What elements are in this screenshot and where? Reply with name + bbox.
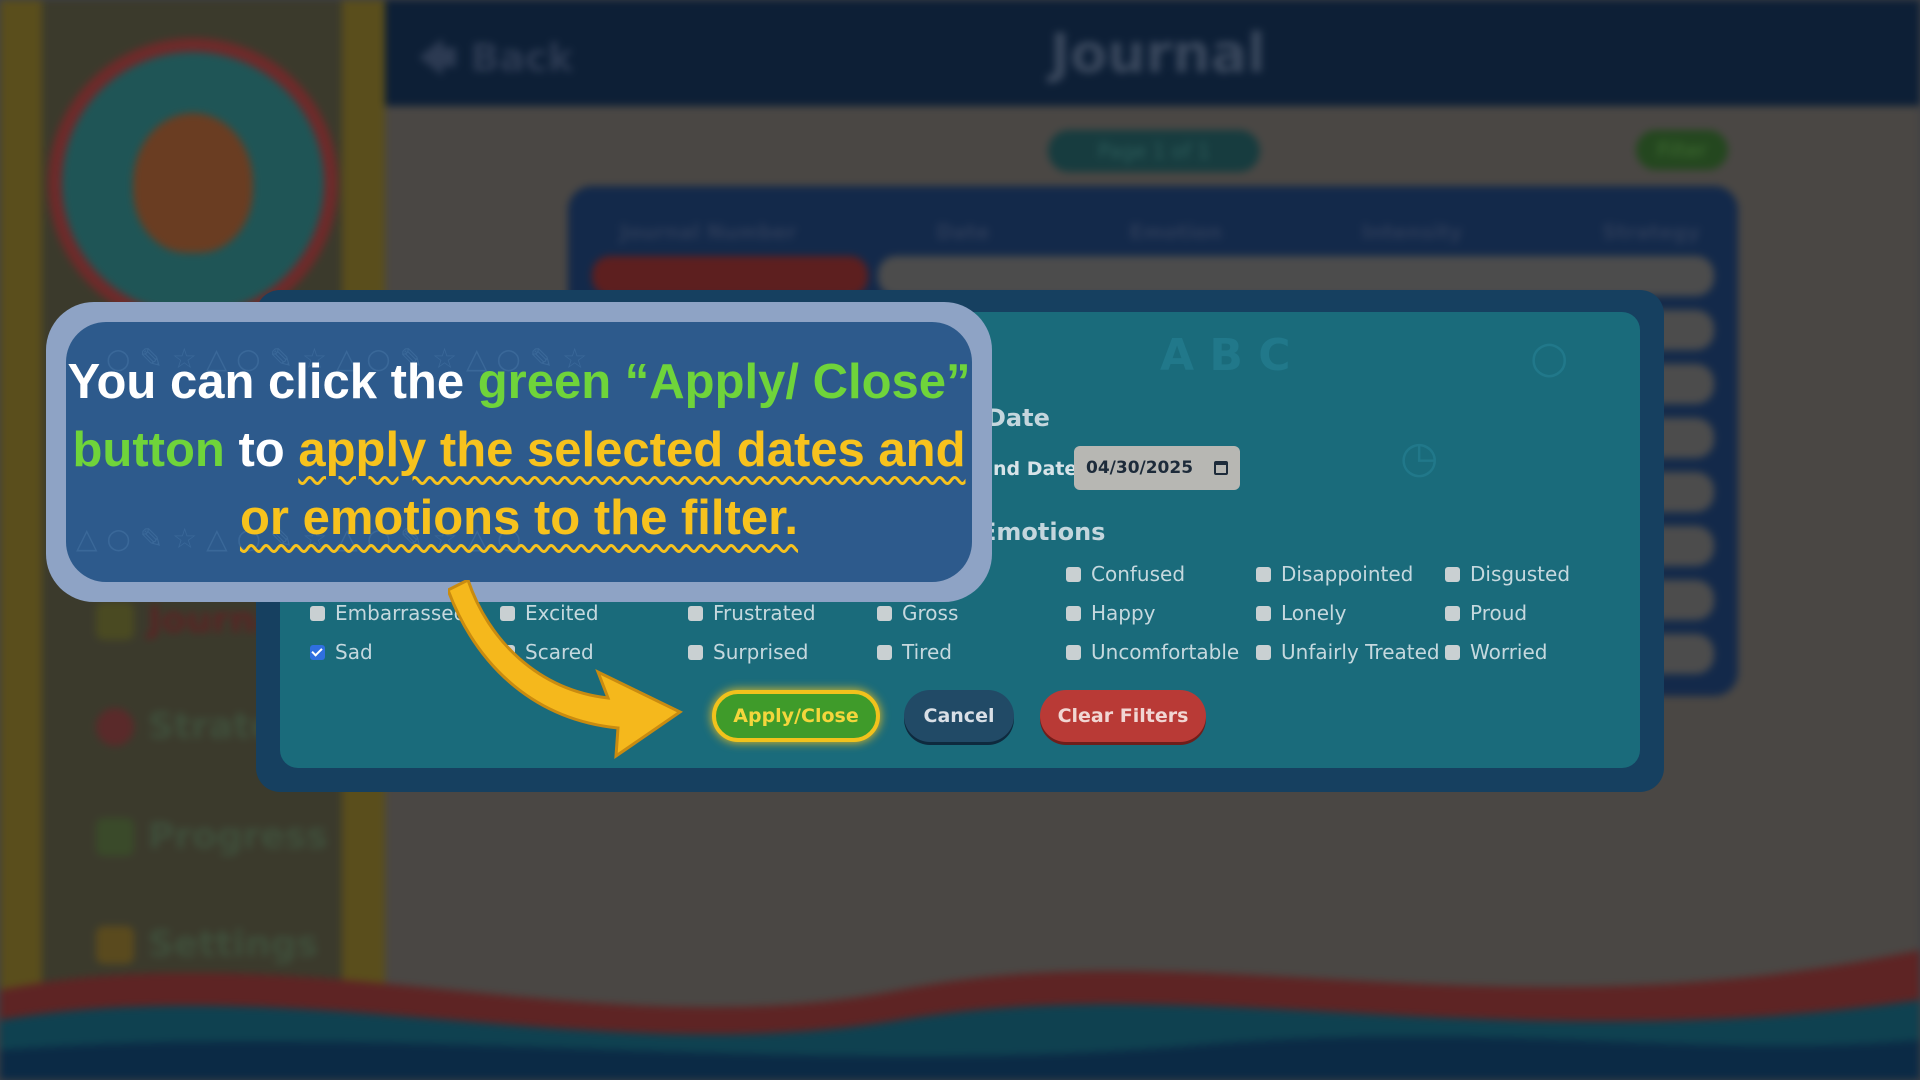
apply-close-button[interactable]: Apply/Close — [712, 690, 880, 742]
col-journal-number: Journal Number — [620, 220, 797, 244]
clear-filters-button[interactable]: Clear Filters — [1040, 690, 1206, 742]
decor-clock-icon: ◷ — [1400, 432, 1439, 483]
pointer-arrow-icon — [448, 580, 683, 760]
tutorial-callout-text: You can click the green “Apply/ Close” b… — [66, 348, 972, 552]
emotion-label: Gross — [902, 601, 959, 625]
col-emotion: Emotion — [1129, 220, 1223, 244]
emotion-label: Sad — [335, 640, 373, 664]
calendar-icon[interactable] — [1214, 461, 1228, 475]
emotions-section-title: Emotions — [980, 518, 1106, 546]
emotion-option-confused[interactable]: Confused — [1066, 562, 1185, 586]
emotion-label: Unfairly Treated — [1281, 640, 1440, 664]
checkbox[interactable] — [1066, 605, 1081, 621]
emotion-option-unfairly-treated[interactable]: Unfairly Treated — [1256, 640, 1440, 664]
decor-shape: ○ — [1530, 332, 1569, 383]
emotion-label: Proud — [1470, 601, 1528, 625]
checkbox[interactable] — [877, 644, 892, 660]
checkbox[interactable] — [1256, 566, 1271, 582]
decor-letters: A B C — [1160, 330, 1291, 381]
pager[interactable]: Page 1 of 1 — [1048, 130, 1260, 172]
emotion-label: Uncomfortable — [1091, 640, 1240, 664]
arrow-left-icon: 🡄 — [418, 36, 458, 80]
chart-icon — [96, 817, 134, 856]
cancel-button[interactable]: Cancel — [904, 690, 1014, 742]
col-intensity: Intensity — [1361, 220, 1463, 244]
emotion-option-happy[interactable]: Happy — [1066, 601, 1156, 625]
checkbox[interactable] — [1445, 605, 1460, 621]
emotion-option-tired[interactable]: Tired — [877, 640, 952, 664]
emotion-option-gross[interactable]: Gross — [877, 601, 958, 625]
emotion-option-proud[interactable]: Proud — [1445, 601, 1527, 625]
emotion-label: Lonely — [1281, 601, 1347, 625]
emotion-option-frustrated[interactable]: Frustrated — [688, 601, 816, 625]
checkbox[interactable] — [1256, 605, 1271, 621]
end-date-input[interactable]: 04/30/2025 — [1074, 446, 1240, 490]
page-title: Journal — [1050, 22, 1266, 85]
emotion-label: Tired — [902, 640, 952, 664]
emotion-option-disgusted[interactable]: Disgusted — [1445, 562, 1570, 586]
back-label: Back — [470, 36, 573, 80]
checkbox[interactable] — [1066, 644, 1081, 660]
filter-button[interactable]: Filter — [1636, 130, 1728, 170]
checkbox[interactable] — [1445, 566, 1460, 582]
pencil-icon — [96, 601, 134, 640]
emotion-label: Disgusted — [1470, 562, 1571, 586]
checkbox[interactable] — [1256, 644, 1271, 660]
checkbox[interactable] — [877, 605, 892, 621]
avatar[interactable] — [48, 38, 338, 328]
table-header: Journal Number Date Emotion Intensity St… — [620, 220, 1700, 244]
emotion-option-embarrassed[interactable]: Embarrassed — [310, 601, 466, 625]
emotion-label: Surprised — [713, 640, 809, 664]
checkbox[interactable] — [1066, 566, 1081, 582]
back-button[interactable]: 🡄 Back — [418, 30, 573, 95]
col-date: Date — [936, 220, 990, 244]
callout-highlight-yellow: apply the selected dates and or emotions… — [239, 423, 966, 545]
deer-avatar-icon — [62, 52, 324, 314]
end-date-label: End Date: — [980, 458, 1085, 480]
col-strategy: Strategy — [1602, 220, 1700, 244]
callout-text-part: to — [224, 423, 299, 477]
checkbox-checked[interactable] — [310, 644, 325, 660]
wave-decoration — [0, 950, 1920, 1080]
emotion-label: Worried — [1470, 640, 1548, 664]
callout-text-part: You can click the — [67, 355, 478, 409]
sidebar-item-progress[interactable]: Progress — [96, 816, 328, 857]
checkbox[interactable] — [1445, 644, 1460, 660]
sidebar-item-label: Progress — [148, 816, 328, 857]
emotion-option-worried[interactable]: Worried — [1445, 640, 1548, 664]
emotion-option-lonely[interactable]: Lonely — [1256, 601, 1346, 625]
emotion-label: Embarrassed — [335, 601, 467, 625]
emotion-label: Frustrated — [713, 601, 816, 625]
end-date-value: 04/30/2025 — [1086, 458, 1194, 478]
emotion-label: Disappointed — [1281, 562, 1414, 586]
emotion-option-surprised[interactable]: Surprised — [688, 640, 809, 664]
lightbulb-icon — [96, 707, 134, 746]
emotion-option-disappointed[interactable]: Disappointed — [1256, 562, 1413, 586]
emotion-option-sad[interactable]: Sad — [310, 640, 373, 664]
deer-face-shape — [133, 113, 253, 253]
emotion-label: Happy — [1091, 601, 1156, 625]
emotion-option-uncomfortable[interactable]: Uncomfortable — [1066, 640, 1239, 664]
checkbox[interactable] — [310, 605, 325, 621]
date-section-title: Date — [986, 404, 1050, 432]
emotion-label: Confused — [1091, 562, 1186, 586]
